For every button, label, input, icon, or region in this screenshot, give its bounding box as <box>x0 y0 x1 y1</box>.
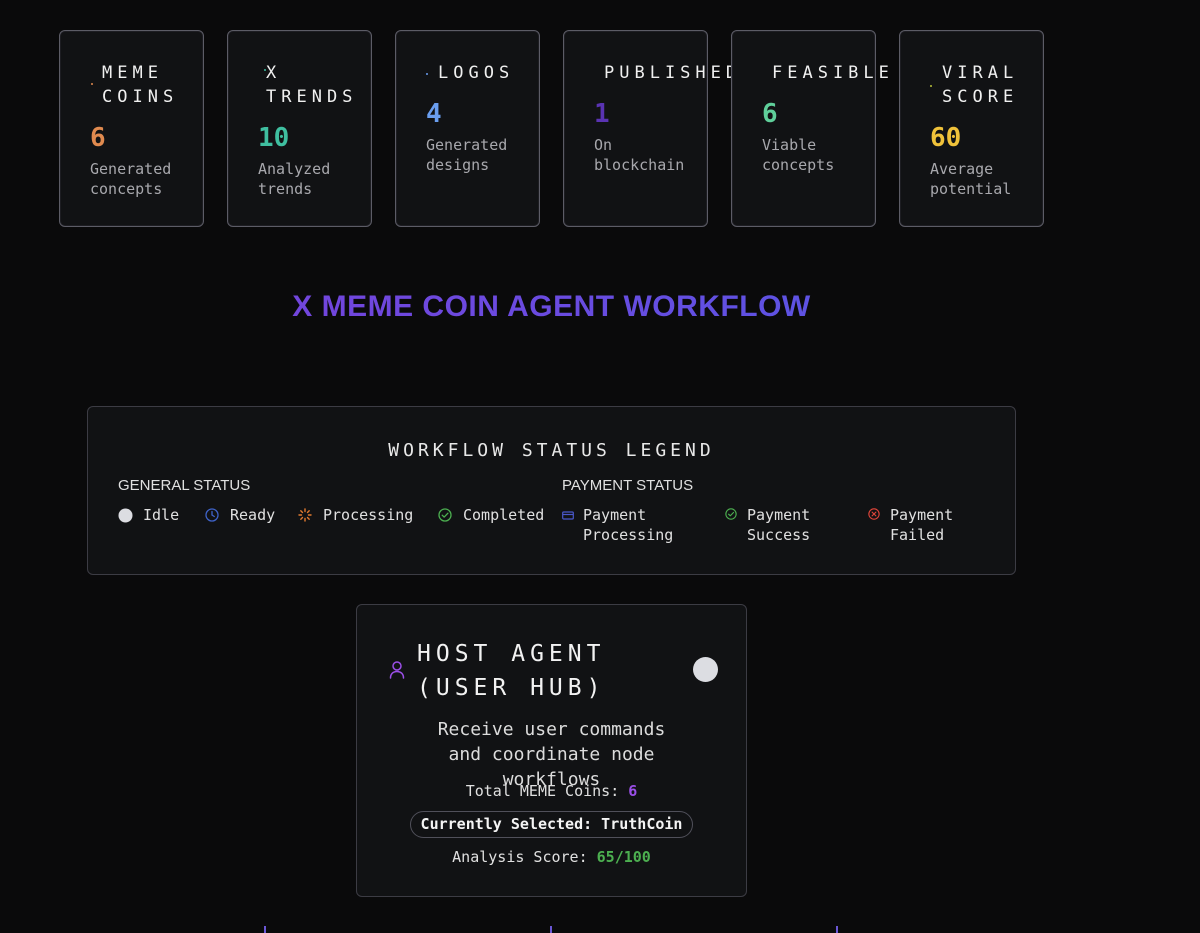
x-circle-icon <box>868 508 880 520</box>
stat-value: 4 <box>426 99 442 129</box>
stats-row: MEME COINS 6 Generated concepts X TRENDS… <box>59 30 1049 230</box>
total-meme-coins: Total MEME Coins: 6 <box>357 782 746 800</box>
total-label: Total MEME Coins: <box>465 782 620 800</box>
score-label: Analysis Score: <box>452 848 588 866</box>
stat-dot-icon <box>91 83 93 85</box>
stat-caption: Analyzed trends <box>258 160 331 198</box>
legend-label: Payment Processing <box>583 506 674 544</box>
total-value: 6 <box>628 782 638 800</box>
stat-value: 6 <box>90 123 106 153</box>
stat-card-viral-score[interactable]: VIRAL SCORE 60 Average potential <box>899 30 1044 227</box>
stat-value: 10 <box>258 123 290 153</box>
workflow-dashboard: MEME COINS 6 Generated concepts X TRENDS… <box>0 0 1200 933</box>
workflow-connector <box>836 926 838 933</box>
legend-label: Payment Failed <box>890 506 954 544</box>
host-desc-text: Receive user commands and coordinate nod… <box>437 719 666 790</box>
stat-card-published[interactable]: PUBLISHED 1 On blockchain <box>563 30 736 227</box>
payment-status-title: PAYMENT STATUS <box>562 477 694 494</box>
host-agent-card[interactable]: HOST AGENT (USER HUB) Receive user comma… <box>356 604 747 897</box>
legend-title: WORKFLOW STATUS LEGEND <box>388 440 715 461</box>
status-legend: WORKFLOW STATUS LEGEND GENERAL STATUS PA… <box>87 406 1016 575</box>
stat-title: MEME COINS <box>102 63 179 107</box>
stat-card-meme-coins[interactable]: MEME COINS 6 Generated concepts <box>59 30 204 227</box>
idle-dot-icon <box>118 508 133 523</box>
stat-caption: Generated concepts <box>90 160 172 198</box>
clock-icon <box>205 508 219 522</box>
stat-caption: Generated designs <box>426 136 508 174</box>
stat-dot-icon <box>426 73 428 75</box>
host-status-indicator <box>693 657 718 682</box>
score-value: 65/100 <box>596 848 651 866</box>
stat-card-logos[interactable]: LOGOS 4 Generated designs <box>395 30 540 227</box>
check-circle-icon <box>438 508 452 522</box>
stat-title: X TRENDS <box>266 63 358 107</box>
stat-value: 1 <box>594 99 610 129</box>
spinner-icon <box>298 508 312 522</box>
host-agent-description: Receive user commands and coordinate nod… <box>357 717 746 792</box>
stat-title: VIRAL SCORE <box>942 63 1019 107</box>
legend-label: Processing <box>323 506 414 524</box>
workflow-title: X MEME COIN AGENT WORKFLOW <box>0 290 1103 324</box>
stat-card-feasible[interactable]: FEASIBLE 6 Viable concepts <box>731 30 889 227</box>
analysis-score: Analysis Score: 65/100 <box>357 848 746 866</box>
stat-dot-icon <box>930 85 932 87</box>
check-circle-icon <box>725 508 737 520</box>
stat-card-x-trends[interactable]: X TRENDS 10 Analyzed trends <box>227 30 372 227</box>
workflow-connector <box>264 926 266 933</box>
host-agent-title: HOST AGENT (USER HUB) <box>417 641 606 701</box>
legend-label: Payment Success <box>747 506 811 544</box>
stat-caption: Average potential <box>930 160 1012 198</box>
stat-value: 6 <box>762 99 778 129</box>
stat-caption: On blockchain <box>594 136 685 174</box>
stat-value: 60 <box>930 123 962 153</box>
card-icon <box>562 511 574 520</box>
user-icon <box>389 661 405 679</box>
workflow-connector <box>550 926 552 933</box>
stat-caption: Viable concepts <box>762 136 835 174</box>
currently-selected-badge[interactable]: Currently Selected: TruthCoin <box>410 811 693 838</box>
general-status-title: GENERAL STATUS <box>118 477 251 494</box>
